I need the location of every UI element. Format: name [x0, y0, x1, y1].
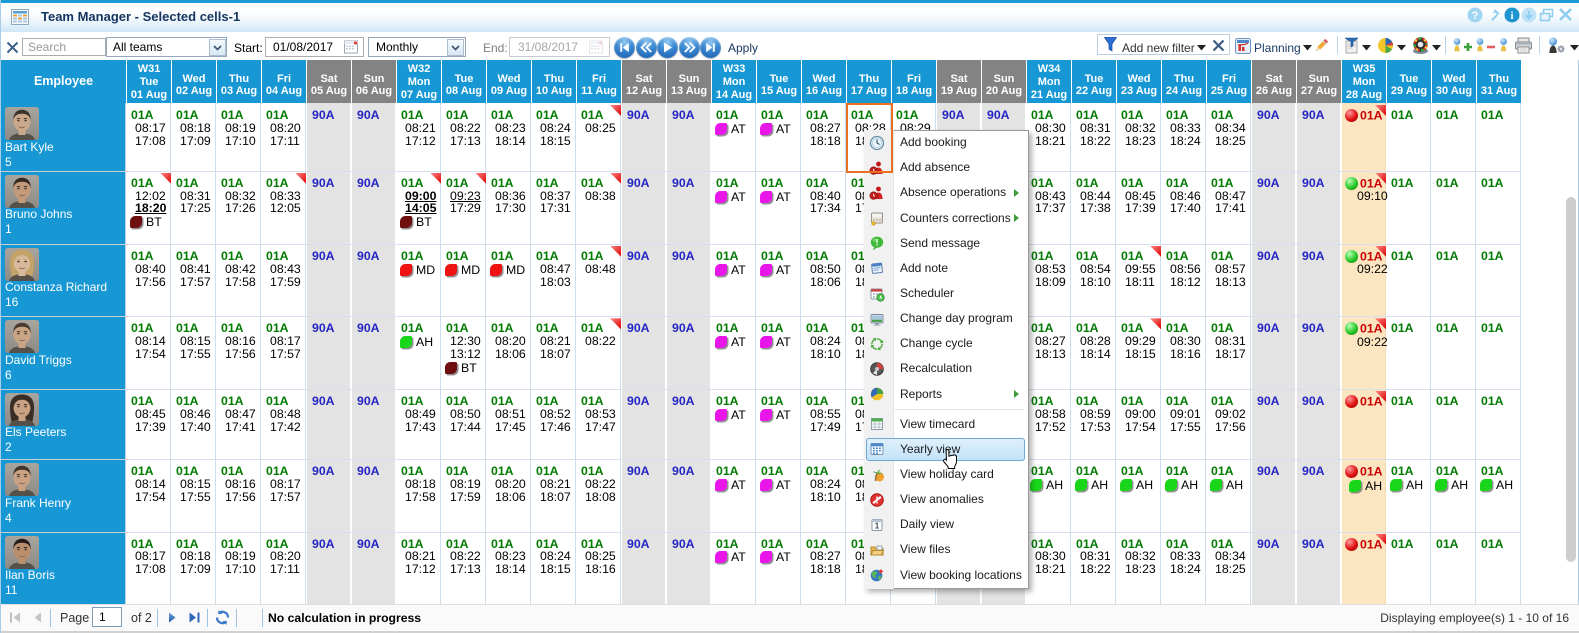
svg-text:!: !: [876, 238, 879, 248]
svg-text:1: 1: [875, 521, 880, 530]
svg-text:i: i: [1510, 10, 1513, 22]
svg-text:!: !: [875, 495, 878, 506]
svg-text:?: ?: [1472, 10, 1479, 22]
